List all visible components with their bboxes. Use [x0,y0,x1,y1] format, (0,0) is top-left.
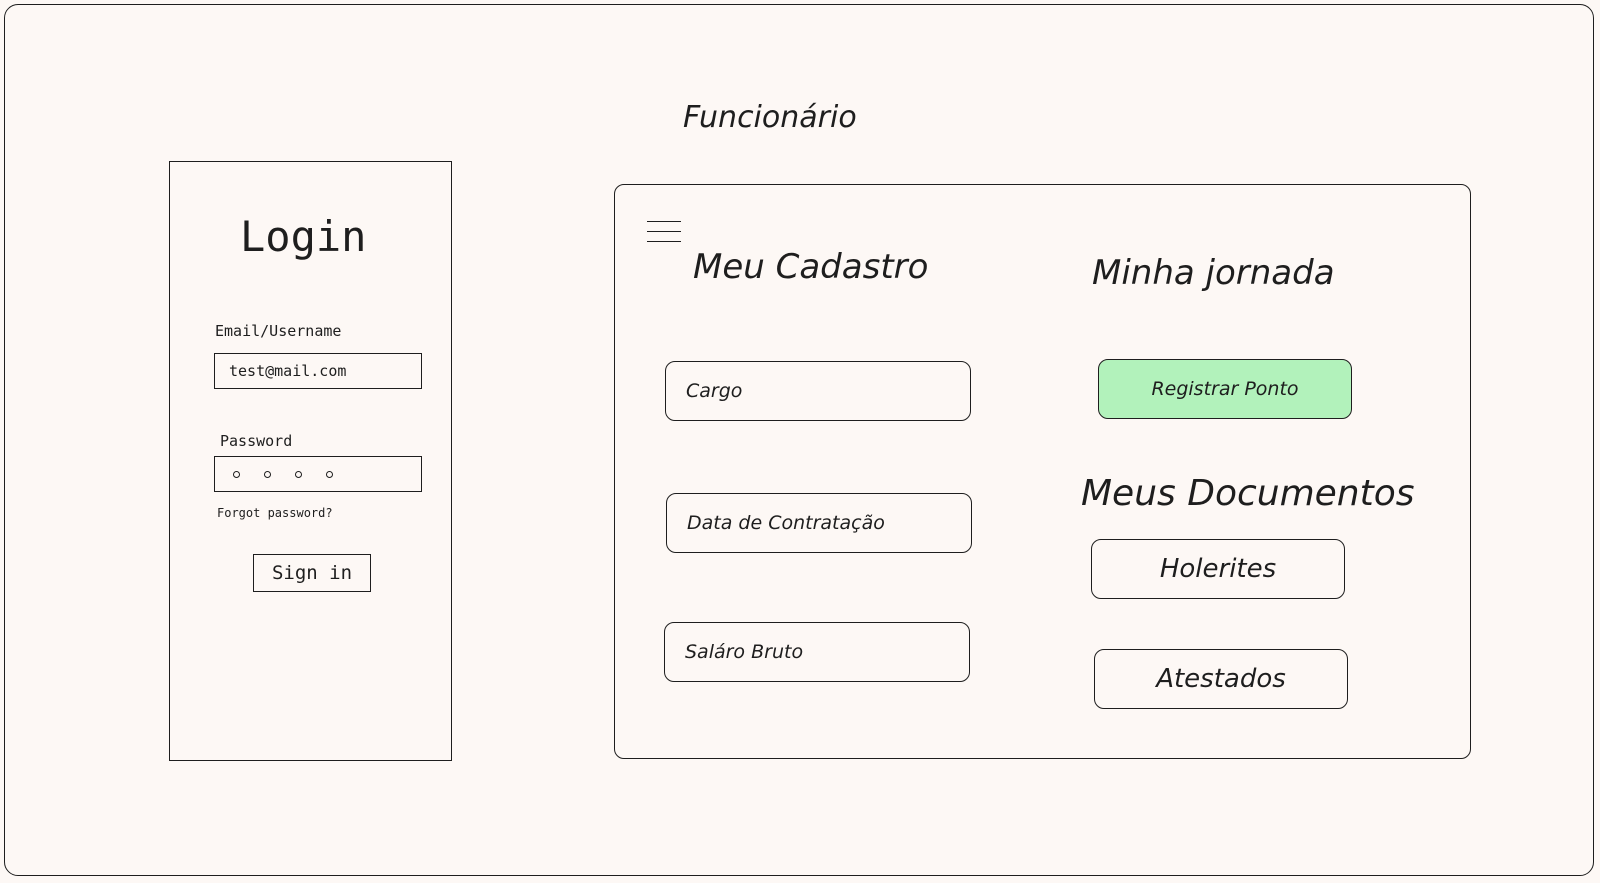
login-panel: Login Email/Username Password Forgot pas… [169,161,452,761]
cargo-field[interactable]: Cargo [665,361,971,421]
registrar-ponto-button[interactable]: Registrar Ponto [1098,359,1352,419]
meu-cadastro-title: Meu Cadastro [693,247,929,287]
forgot-password-link[interactable]: Forgot password? [217,506,333,520]
email-field[interactable] [214,353,422,389]
data-contratacao-field[interactable]: Data de Contratação [666,493,972,553]
login-title: Login [240,212,367,261]
password-label: Password [220,432,293,450]
password-field[interactable] [214,456,422,492]
email-input[interactable] [229,362,407,380]
salario-bruto-field[interactable]: Saláro Bruto [664,622,970,682]
page-title: Funcionário [683,100,857,135]
password-dots [229,470,333,478]
sign-in-button[interactable]: Sign in [253,554,371,592]
email-label: Email/Username [215,322,342,340]
meus-documentos-title: Meus Documentos [1081,473,1415,514]
atestados-button[interactable]: Atestados [1094,649,1348,709]
employee-panel: Meu Cadastro Cargo Data de Contratação S… [614,184,1471,759]
hamburger-icon[interactable] [647,219,681,245]
holerites-button[interactable]: Holerites [1091,539,1345,599]
minha-jornada-title: Minha jornada [1092,253,1335,293]
